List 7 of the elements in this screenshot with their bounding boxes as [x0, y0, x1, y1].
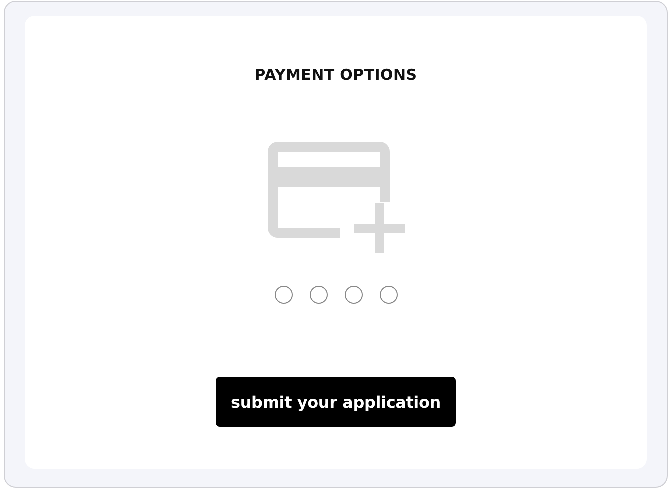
radio-button[interactable] — [310, 286, 328, 304]
radio-button[interactable] — [344, 286, 362, 304]
radio-button[interactable] — [380, 286, 398, 304]
submit-button[interactable]: submit your application — [216, 377, 456, 427]
section-title: PAYMENT OPTIONS — [254, 66, 418, 84]
radio-button[interactable] — [274, 286, 292, 304]
add-card-icon — [268, 142, 405, 253]
